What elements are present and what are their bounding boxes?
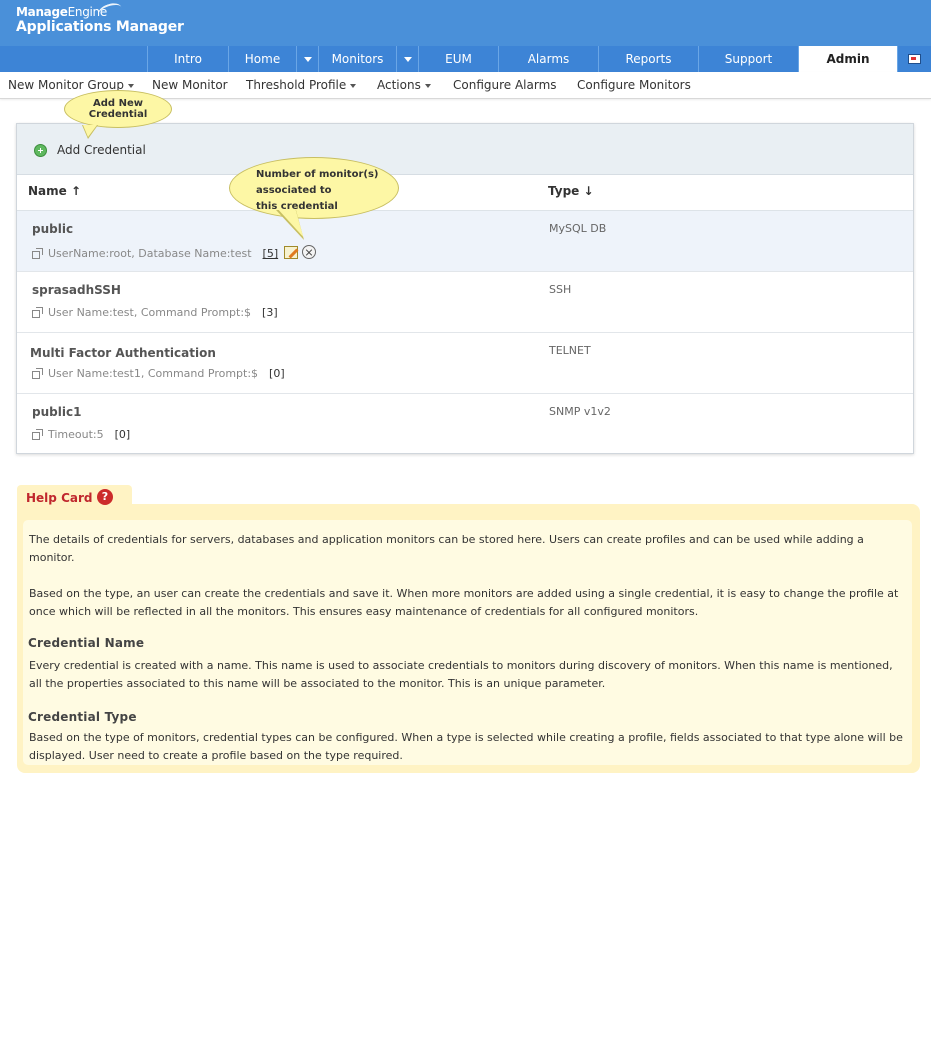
tab-eum[interactable]: EUM: [418, 46, 498, 72]
callout-tail: [83, 125, 97, 137]
credential-type: SSH: [549, 283, 572, 296]
sort-down-icon: ↓: [583, 184, 594, 198]
credential-type: SNMP v1v2: [549, 405, 611, 418]
table-row: public MySQL DB UserName:root, Database …: [17, 211, 913, 272]
configure-monitors-link[interactable]: Configure Monitors: [577, 78, 691, 92]
credential-type: TELNET: [549, 344, 591, 357]
monitor-count[interactable]: [0]: [269, 367, 285, 380]
configure-alarms-link[interactable]: Configure Alarms: [453, 78, 557, 92]
caret-down-icon: [424, 83, 431, 88]
home-dropdown-icon[interactable]: [296, 46, 318, 72]
add-credential-callout: Add New Credential: [64, 90, 172, 128]
credential-details: UserName:root, Database Name:test [5]: [32, 245, 317, 260]
help-paragraph: Based on the type, an user can create th…: [29, 587, 899, 618]
credential-name[interactable]: public1: [32, 405, 81, 419]
tab-alarms[interactable]: Alarms: [498, 46, 598, 72]
help-heading: Credential Name: [28, 636, 145, 650]
link-icon: [32, 429, 43, 440]
caret-down-icon: [350, 83, 357, 88]
help-paragraph: Based on the type of monitors, credentia…: [29, 731, 903, 762]
table-row: public1 SNMP v1v2 Timeout:5 [0]: [17, 394, 913, 455]
help-paragraph: Every credential is created with a name.…: [29, 659, 893, 690]
tab-support[interactable]: Support: [698, 46, 798, 72]
tab-admin[interactable]: Admin: [798, 46, 897, 72]
credential-type: MySQL DB: [549, 222, 607, 235]
sort-up-icon: ↑: [70, 184, 82, 198]
help-card-title: Help Card: [26, 491, 93, 505]
monitor-screen-icon: [908, 54, 921, 64]
credential-details: User Name:test1, Command Prompt:$ [0]: [32, 367, 285, 380]
monitor-count[interactable]: [0]: [115, 428, 131, 441]
panel-toolbar: Add Credential: [17, 124, 913, 175]
tab-home[interactable]: Home: [228, 46, 296, 72]
tab-extra[interactable]: [897, 46, 931, 72]
delete-icon[interactable]: [302, 245, 317, 259]
add-plus-icon: [34, 144, 47, 157]
help-question-icon[interactable]: ?: [97, 489, 113, 505]
credential-name[interactable]: sprasadhSSH: [32, 283, 121, 297]
help-card-tab-edge: [112, 485, 138, 511]
help-heading: Credential Type: [28, 710, 137, 724]
edit-icon[interactable]: [284, 246, 299, 259]
monitor-count-callout: Number of monitor(s) associated to this …: [229, 157, 399, 219]
monitor-count-link[interactable]: [5]: [263, 247, 279, 260]
column-header-type[interactable]: Type ↓: [548, 184, 594, 198]
threshold-profile-menu[interactable]: Threshold Profile: [246, 78, 357, 92]
tab-intro[interactable]: Intro: [147, 46, 228, 72]
credential-details: User Name:test, Command Prompt:$ [3]: [32, 306, 278, 319]
credentials-panel: Add Credential Name ↑ Type ↓ public MySQ…: [16, 123, 914, 454]
tab-reports[interactable]: Reports: [598, 46, 698, 72]
monitor-count[interactable]: [3]: [262, 306, 278, 319]
credential-details: Timeout:5 [0]: [32, 428, 130, 441]
help-paragraph: The details of credentials for servers, …: [29, 533, 864, 564]
credential-name[interactable]: public: [32, 222, 73, 236]
caret-down-icon: [127, 83, 134, 88]
new-monitor-link[interactable]: New Monitor: [152, 78, 228, 92]
link-icon: [32, 368, 43, 379]
monitors-dropdown-icon[interactable]: [396, 46, 418, 72]
tab-monitors[interactable]: Monitors: [318, 46, 396, 72]
link-icon: [32, 248, 43, 259]
table-row: Multi Factor Authentication TELNET User …: [17, 333, 913, 394]
main-tab-bar: Intro Home Monitors EUM Alarms Reports S…: [0, 46, 931, 72]
credential-name[interactable]: Multi Factor Authentication: [30, 346, 216, 360]
table-row: sprasadhSSH SSH User Name:test, Command …: [17, 272, 913, 333]
logo[interactable]: ManageEngine Applications Manager: [16, 0, 184, 35]
column-header-name[interactable]: Name ↑: [28, 184, 81, 198]
app-header: ManageEngine Applications Manager: [0, 0, 931, 46]
actions-menu[interactable]: Actions: [377, 78, 431, 92]
link-icon: [32, 307, 43, 318]
